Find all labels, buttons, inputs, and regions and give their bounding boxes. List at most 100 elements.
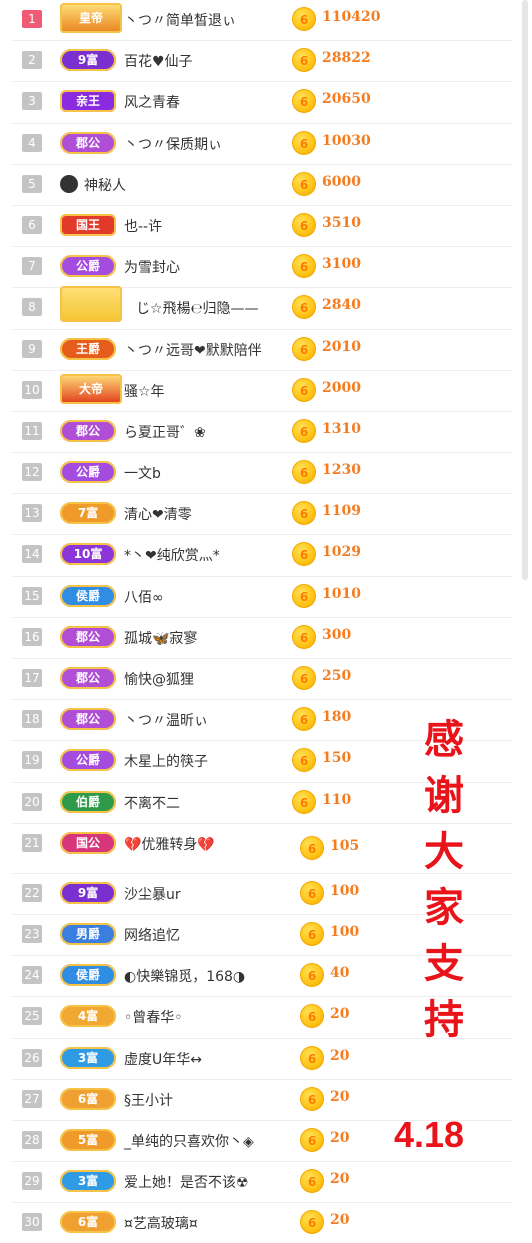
user-name[interactable]: 清心❤清零 [124,504,192,524]
coin-amount: 2010 [322,338,361,355]
rank-badge: 公爵 [60,749,116,772]
coin-icon: 6 [300,963,324,988]
rank-badge: 5富 [60,1128,116,1151]
coin-icon: 6 [292,418,316,443]
list-item[interactable]: 15 侯爵 八佰∞ 6 1010 [12,577,512,618]
rank-badge: 郡公 [60,131,116,154]
user-name[interactable]: 骚☆年 [124,381,165,401]
user-name[interactable]: 也--许 [124,216,162,236]
rank-number: 30 [22,1213,42,1232]
user-name[interactable]: 八佰∞ [124,587,164,607]
user-name[interactable]: 丶つ〃简单皙退ぃ [124,10,236,30]
user-name[interactable]: 沙尘暴ur [124,884,181,904]
user-name[interactable]: 木星上的筷子 [124,751,208,771]
rank-badge: 国公 [60,831,116,854]
list-item[interactable]: 4 郡公 丶つ〃保质期ぃ 6 10030 [12,124,512,165]
list-item[interactable]: 12 公爵 一文b 6 1230 [12,453,512,495]
rank-number: 11 [22,421,42,440]
coin-amount: 1230 [322,462,361,479]
user-name[interactable]: 丶つ〃温昕ぃ [124,710,208,730]
coin-amount: 2000 [322,379,361,396]
list-item[interactable]: 7 公爵 为雪封心 6 3100 [12,247,512,289]
list-item[interactable]: 11 郡公 ら夏正哥゛❀ 6 1310 [12,412,512,454]
rank-number: 5 [22,174,42,193]
user-name[interactable]: 为雪封心 [124,257,180,277]
coin-amount: 105 [330,837,360,854]
rank-badge: 3富 [60,1046,116,1069]
coin-icon: 6 [292,666,316,690]
list-item[interactable]: 16 郡公 孤城🦋寂寥 6 300 [12,618,512,659]
coin-icon: 6 [300,1086,324,1111]
thanks-text: 感谢大家支持 [424,717,464,1043]
list-item[interactable]: 10 大帝 骚☆年 6 2000 [12,371,512,412]
coin-amount: 1109 [322,503,361,520]
rank-badge: 3富 [60,1170,116,1193]
rank-badge: 9富 [60,49,116,72]
coin-icon: 6 [292,377,316,402]
list-item[interactable]: 3 亲王 风之青春 6 20650 [12,82,512,124]
coin-amount: 1010 [322,585,361,602]
list-item[interactable]: 30 6富 ¤艺高玻璃¤ 6 20 [12,1203,512,1243]
user-name[interactable]: 一文b [124,463,161,483]
rank-badge: 伯爵 [60,790,116,813]
coin-amount: 20 [330,1129,350,1146]
rank-badge: 郡公 [60,708,116,731]
rank-number: 20 [22,792,42,811]
coin-icon: 6 [292,624,316,649]
coin-amount: 28822 [322,50,371,67]
coin-icon: 6 [292,583,316,608]
list-item[interactable]: 9 王爵 丶つ〃远哥❤默默陪伴 6 2010 [12,330,512,371]
list-item[interactable]: 6 国王 也--许 6 3510 [12,206,512,248]
user-name[interactable]: 丶つ〃远哥❤默默陪伴 [124,340,262,360]
rank-badge: 侯爵 [60,584,116,607]
user-name[interactable]: ¤艺高玻璃¤ [124,1213,198,1233]
user-name[interactable]: ら夏正哥゛❀ [124,422,206,442]
rank-number: 23 [22,924,42,943]
list-item[interactable]: 5 神秘人 6 6000 [12,165,512,206]
user-name[interactable]: 虚度U年华↔ [124,1049,202,1069]
rank-number: 24 [22,966,42,985]
list-item[interactable]: 2 9富 百花♥仙子 6 28822 [12,41,512,83]
mystery-user-icon [60,173,80,195]
rank-number: 19 [22,751,42,770]
user-name[interactable]: _单纯的只喜欢你丶◈ [124,1131,254,1151]
rank-badge: 7富 [60,502,116,525]
list-item[interactable]: 13 7富 清心❤清零 6 1109 [12,494,512,536]
user-name[interactable]: じ☆飛楊℮归隐—— [136,298,259,318]
list-item[interactable]: 8 じ☆飛楊℮归隐—— 6 2840 [12,286,512,330]
user-name[interactable]: 神秘人 [84,175,126,195]
coin-amount: 20 [330,1171,350,1188]
user-name[interactable]: 网络追忆 [124,925,180,945]
user-name[interactable]: 💔优雅转身💔 [124,834,215,854]
list-item[interactable]: 17 郡公 愉快@狐狸 6 250 [12,659,512,701]
user-name[interactable]: 不离不二 [124,793,180,813]
rank-number: 17 [22,669,42,687]
user-name[interactable]: §王小计 [124,1090,173,1110]
user-name[interactable]: ◐快樂锦觅，168◑ [124,966,245,986]
list-item[interactable]: 14 10富 *丶❤纯欣赏灬* 6 1029 [12,535,512,577]
coin-amount: 40 [330,965,350,982]
user-name[interactable]: 爱上她！是否不该☢ [124,1172,249,1192]
coin-amount: 6000 [322,173,361,190]
user-name[interactable]: 愉快@狐狸 [124,669,194,689]
rank-badge [60,286,122,323]
user-name[interactable]: ◦曾春华◦ [124,1007,183,1027]
scrollbar[interactable] [522,0,528,580]
user-name[interactable]: 孤城🦋寂寥 [124,628,197,648]
coin-icon: 6 [292,789,316,814]
coin-amount: 250 [322,668,352,684]
coin-icon: 6 [292,89,316,114]
coin-amount: 2840 [322,297,361,314]
user-name[interactable]: 风之青春 [124,92,180,112]
coin-icon: 6 [292,295,316,320]
coin-icon: 6 [292,212,316,237]
rank-number: 29 [22,1172,42,1191]
user-name[interactable]: 百花♥仙子 [124,51,193,71]
user-name[interactable]: 丶つ〃保质期ぃ [124,134,222,154]
user-name[interactable]: *丶❤纯欣赏灬* [124,545,220,565]
list-item[interactable]: 29 3富 爱上她！是否不该☢ 6 20 [12,1162,512,1204]
coin-icon: 6 [300,1045,324,1070]
list-item[interactable]: 1 皇帝 丶つ〃简单皙退ぃ 6 110420 [12,0,512,42]
coin-amount: 100 [330,882,360,899]
coin-amount: 1029 [322,544,361,561]
